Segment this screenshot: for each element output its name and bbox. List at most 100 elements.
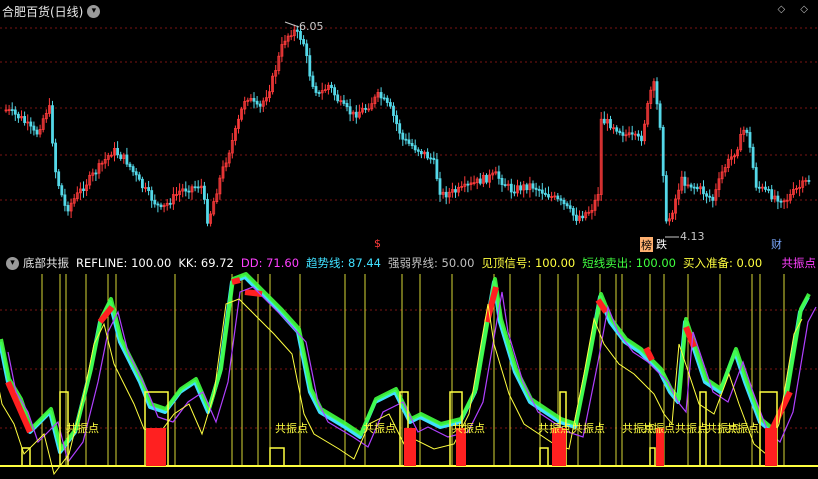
resonance-label: 共振点 — [363, 421, 396, 435]
indicator-param: 买入准备: 0.00 — [683, 256, 763, 270]
candle-body — [513, 191, 516, 194]
candle-body — [131, 166, 135, 173]
candle-body — [466, 183, 470, 186]
candle-body — [137, 174, 141, 180]
candle-body — [435, 159, 439, 180]
candle-body — [419, 150, 423, 155]
fall-tag[interactable]: 跌 — [656, 236, 667, 253]
finance-tag[interactable]: 财 — [771, 236, 782, 253]
indicator-pane[interactable]: 共振点 共振点 共振点 共振点 共振点 共振点 共振点 共振点 共振点 共振点 共振点 ▾ 底部共振… — [0, 252, 818, 479]
candle-body — [193, 186, 197, 189]
stock-title: 合肥百货(日线) — [2, 4, 84, 19]
candle-body — [116, 147, 119, 156]
candle-body — [525, 184, 529, 191]
candle-body — [202, 185, 206, 200]
candle-body — [544, 192, 547, 195]
window-controls[interactable]: ◇ ◇ — [777, 4, 814, 15]
resonance-label: 共振点 — [275, 421, 308, 435]
candle-body — [168, 202, 172, 205]
candle-body — [404, 138, 408, 141]
candle-body — [751, 146, 755, 168]
candle-body — [159, 204, 163, 208]
candle-body — [478, 178, 482, 184]
candle-body — [661, 126, 665, 176]
candle-body — [748, 132, 752, 148]
candle-body — [258, 103, 262, 107]
high-marker-line — [284, 21, 300, 28]
candle-body — [82, 188, 85, 192]
candle-body — [575, 214, 578, 221]
candle-body — [708, 195, 712, 198]
candle-body — [438, 178, 442, 195]
chevron-down-icon[interactable]: ▾ — [6, 256, 19, 270]
candle-body — [664, 175, 668, 222]
candle-body — [382, 97, 386, 100]
candle-body — [559, 198, 563, 201]
candle-body — [302, 39, 306, 45]
candle-body — [432, 157, 436, 161]
candle-body — [119, 154, 123, 159]
candle-body — [206, 198, 209, 224]
rank-tag[interactable]: 榜 — [640, 237, 653, 253]
candle-body — [66, 205, 70, 212]
candle-body — [618, 130, 622, 134]
candle-body — [23, 116, 27, 123]
indicator-name[interactable]: 底部共振 — [23, 255, 69, 271]
candle-body — [537, 189, 541, 191]
candle-body — [692, 186, 696, 189]
chevron-down-icon[interactable]: ▾ — [87, 4, 101, 18]
candle-body — [16, 113, 20, 119]
indicator-header: ▾ 底部共振 REFLINE: 100.00 KK: 69.72 DD: 71.60… — [2, 254, 769, 272]
candle-body — [385, 97, 389, 103]
price-chart — [0, 21, 818, 238]
candle-body — [767, 188, 770, 191]
indicator-chart: 共振点 共振点 共振点 共振点 共振点 共振点 共振点共振点 共振点共振点共振点 — [0, 272, 818, 476]
candle-body — [689, 184, 693, 188]
candle-body — [128, 163, 132, 168]
high-price-label: 6.05 — [299, 20, 324, 33]
candle-body — [444, 191, 448, 198]
candle-body — [311, 75, 315, 87]
resonance-label: 共振点 — [452, 421, 485, 435]
indicator-param: 见顶信号: 100.00 — [481, 256, 576, 270]
candle-body — [147, 187, 151, 191]
indicator-params: REFLINE: 100.00 KK: 69.72 DD: 71.60 趋势线: 87… — [76, 255, 769, 271]
candle-body — [29, 121, 33, 127]
candle-body — [407, 139, 411, 144]
candle-body — [658, 103, 662, 128]
resonance-block — [404, 428, 416, 466]
candle-body — [630, 132, 634, 135]
candle-body — [184, 188, 188, 192]
candle-body — [134, 171, 138, 176]
candle-body — [35, 129, 39, 135]
candle-body — [330, 84, 333, 89]
candle-body — [497, 171, 501, 179]
candle-body — [702, 186, 705, 195]
candle-body — [562, 199, 566, 205]
candle-body — [500, 178, 504, 185]
candle-body — [637, 133, 640, 137]
candle-body — [655, 81, 659, 105]
candle-body — [807, 180, 811, 182]
candle-body — [416, 149, 420, 152]
candle-body — [779, 200, 783, 203]
candle-body — [571, 208, 575, 216]
indicator-param: 短线卖出: 100.00 — [582, 256, 676, 270]
candle-body — [196, 186, 200, 189]
candle-body — [503, 184, 507, 186]
candle-body — [388, 102, 392, 107]
resonance-legend: 共振点 — [781, 256, 817, 270]
candle-body — [342, 100, 346, 104]
candle-body — [602, 118, 606, 124]
candle-body — [745, 129, 749, 133]
candle-body — [485, 174, 488, 183]
low-price-label: 4.13 — [680, 230, 705, 243]
candle-body — [609, 119, 612, 129]
candle-body — [364, 107, 368, 110]
resonance-block — [146, 428, 166, 466]
price-chart-pane[interactable]: 合肥百货(日线) ▾ ◇ ◇ 6.05 4.13 $ 榜 跌 财 — [0, 0, 818, 253]
candle-body — [314, 86, 318, 93]
indicator-param: 强弱界线: 50.00 — [387, 256, 475, 270]
candle-body — [333, 87, 337, 96]
candle-body — [60, 185, 64, 196]
